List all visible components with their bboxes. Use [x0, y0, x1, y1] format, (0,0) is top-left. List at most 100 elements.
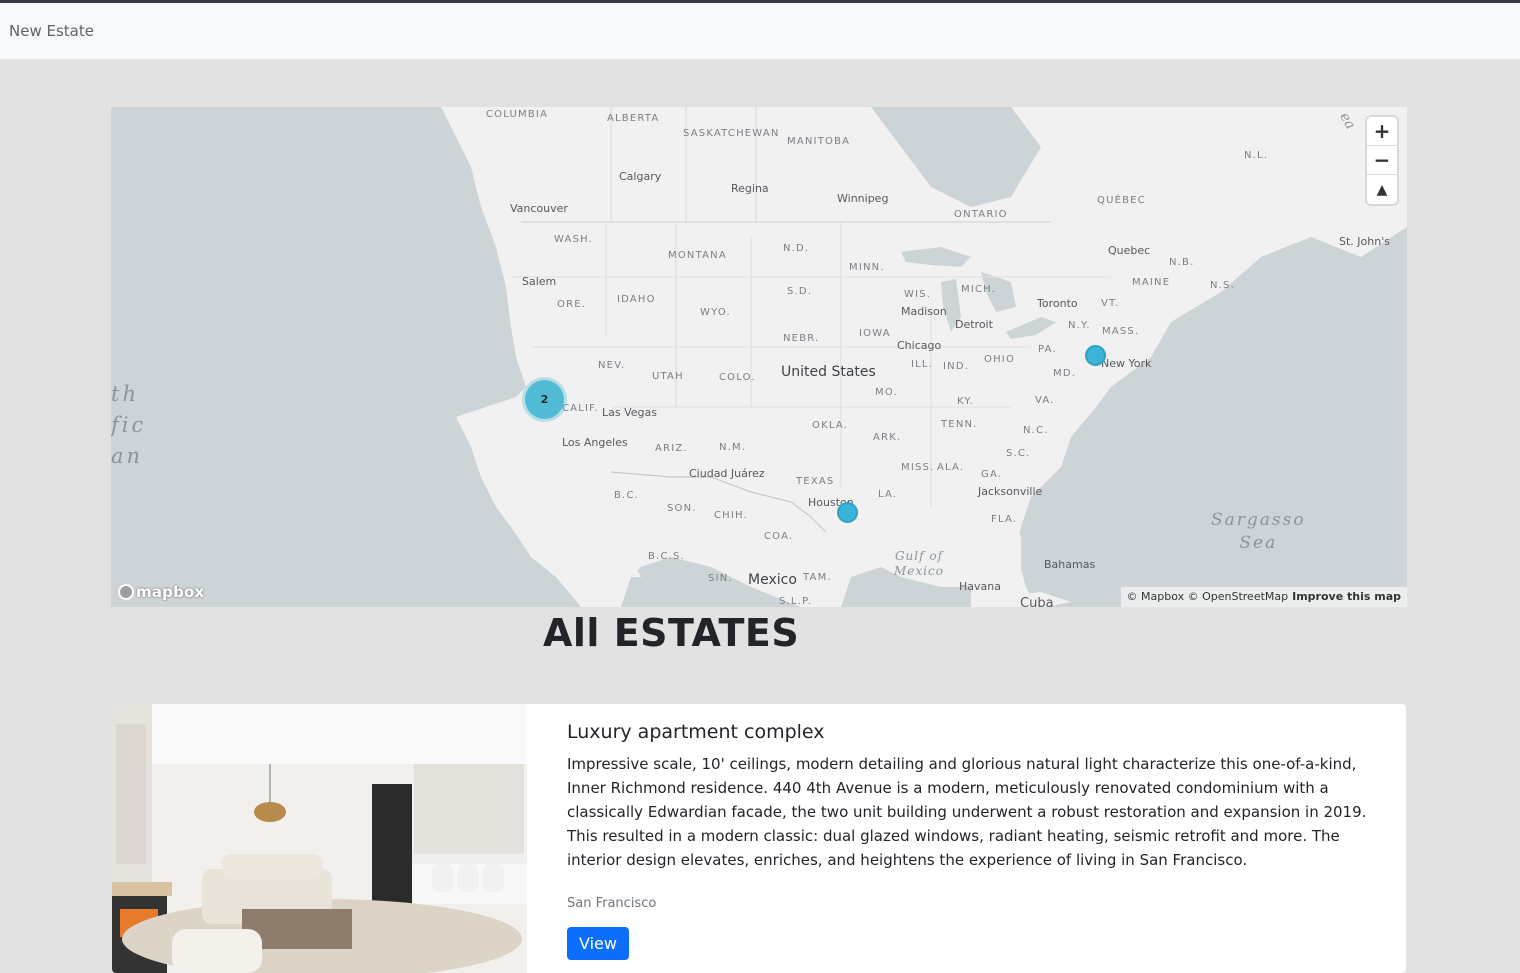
attribution-text[interactable]: © Mapbox © OpenStreetMap [1127, 590, 1289, 603]
map-label: SON. [667, 503, 697, 514]
map-water-label: Sargasso Sea [1211, 510, 1306, 553]
map-label: MISS. [901, 462, 935, 473]
estate-marker[interactable] [837, 502, 858, 523]
map-city-label: Regina [731, 182, 769, 195]
map-label: MD. [1053, 368, 1077, 379]
map-country-label: United States [781, 364, 876, 380]
map-label: TEXAS [796, 476, 835, 487]
map-city-label: Calgary [619, 170, 662, 183]
estate-photo [112, 704, 527, 973]
cluster-marker[interactable]: 2 [525, 380, 564, 419]
map-label: OKLA. [812, 420, 849, 431]
map-label: TENN. [941, 419, 978, 430]
map-label: ILL. [911, 359, 934, 370]
map-controls: + − ▲ [1367, 117, 1397, 204]
map-label: UTAH [652, 371, 684, 382]
map-label: B.C. [614, 490, 640, 501]
map-city-label: Vancouver [510, 202, 568, 215]
map-label: B.C.S. [648, 551, 685, 562]
map-label: S.C. [1006, 448, 1031, 459]
estate-marker[interactable] [1085, 345, 1106, 366]
map-label: IOWA [859, 328, 891, 339]
map-city-label: Las Vegas [602, 406, 657, 419]
map-label: SIN. [708, 573, 733, 584]
map-label: S.L.P. [779, 596, 813, 607]
map-city-label: Madison [901, 305, 947, 318]
map-label: NEV. [598, 360, 626, 371]
mapbox-logo-icon [118, 584, 134, 600]
map-label: MONTANA [668, 250, 727, 261]
map-city-label: Chicago [897, 339, 942, 352]
map-water-label: th fic an [111, 382, 147, 468]
estate-card-body: Luxury apartment complex Impressive scal… [567, 721, 1391, 960]
map-city-label: Havana [959, 580, 1001, 593]
map-label: N.L. [1244, 150, 1269, 161]
map-label: N.C. [1023, 425, 1049, 436]
map-label: VT. [1101, 298, 1120, 309]
map-label: TAM. [803, 572, 832, 583]
map-label: MAINE [1132, 277, 1171, 288]
map-label: ARIZ. [655, 443, 688, 454]
map-label: COLO. [719, 372, 756, 383]
estate-description: Impressive scale, 10' ceilings, modern d… [567, 755, 1367, 869]
cluster-map[interactable]: COLUMBIA ALBERTA SASKATCHEWAN MANITOBA O… [111, 107, 1407, 607]
map-label: ORE. [557, 299, 587, 310]
mapbox-logo[interactable]: mapbox [118, 583, 204, 601]
map-label: S.D. [787, 286, 813, 297]
map-city-label: Quebec [1108, 244, 1151, 257]
compass-icon[interactable]: ▲ [1367, 175, 1397, 204]
map-label: IND. [943, 361, 970, 372]
map-label: ONTARIO [954, 209, 1008, 220]
map-label: ALBERTA [607, 113, 660, 124]
map-label: KY. [957, 396, 975, 407]
map-label: N.D. [783, 243, 810, 254]
map-label: COLUMBIA [486, 109, 549, 120]
view-button[interactable]: View [567, 927, 629, 960]
map-label: CALIF. [562, 403, 599, 414]
map-city-label: Los Angeles [562, 436, 628, 449]
map-label: MANITOBA [787, 136, 851, 147]
map-city-label: Jacksonville [978, 485, 1043, 498]
brand-link[interactable]: New Estate [9, 22, 94, 40]
zoom-out-button[interactable]: − [1367, 146, 1397, 175]
map-water-label: Gulf of Mexico [894, 549, 944, 578]
map-label: COA. [764, 531, 794, 542]
page-title: All ESTATES [543, 611, 800, 655]
mapbox-logo-text: mapbox [136, 583, 205, 601]
map-city-label: St. John's [1339, 235, 1390, 248]
map-label: ALA. [937, 462, 965, 473]
map-label: ARK. [873, 432, 902, 443]
map-city-label: Toronto [1037, 297, 1078, 310]
map-label: NEBR. [783, 333, 820, 344]
map-label: CHIH. [714, 510, 748, 521]
map-label: OHIO [984, 354, 1016, 365]
estate-location: San Francisco [567, 896, 657, 911]
map-label: N.S. [1210, 280, 1235, 291]
map-label: FLA. [991, 514, 1018, 525]
map-city-label: Ciudad Juárez [689, 467, 765, 480]
map-label: WYO. [700, 307, 731, 318]
map-label: WIS. [904, 289, 932, 300]
estate-title: Luxury apartment complex [567, 721, 825, 743]
map-city-label: New York [1101, 357, 1152, 370]
map-city-label: Bahamas [1044, 558, 1096, 571]
map-label: N.M. [719, 442, 747, 453]
map-label: SASKATCHEWAN [683, 128, 780, 139]
map-city-label: Detroit [955, 318, 993, 331]
map-label: N.B. [1169, 257, 1195, 268]
estate-card: Luxury apartment complex Impressive scal… [112, 704, 1406, 973]
map-label: MASS. [1102, 326, 1140, 337]
map-attribution: © Mapbox © OpenStreetMap Improve this map [1120, 587, 1407, 607]
zoom-in-button[interactable]: + [1367, 117, 1397, 146]
map-label: MINN. [849, 262, 885, 273]
map-country-label: Mexico [748, 572, 797, 588]
map-city-label: Salem [522, 275, 557, 288]
map-label: PA. [1038, 344, 1057, 355]
navbar: New Estate [0, 3, 1520, 59]
map-label: GA. [981, 469, 1003, 480]
map-label: LA. [878, 489, 898, 500]
map-label: QUÉBEC [1097, 195, 1146, 206]
map-city-label: Cuba [1020, 596, 1054, 607]
improve-map-link[interactable]: Improve this map [1292, 590, 1401, 603]
map-label: N.Y. [1068, 320, 1091, 331]
